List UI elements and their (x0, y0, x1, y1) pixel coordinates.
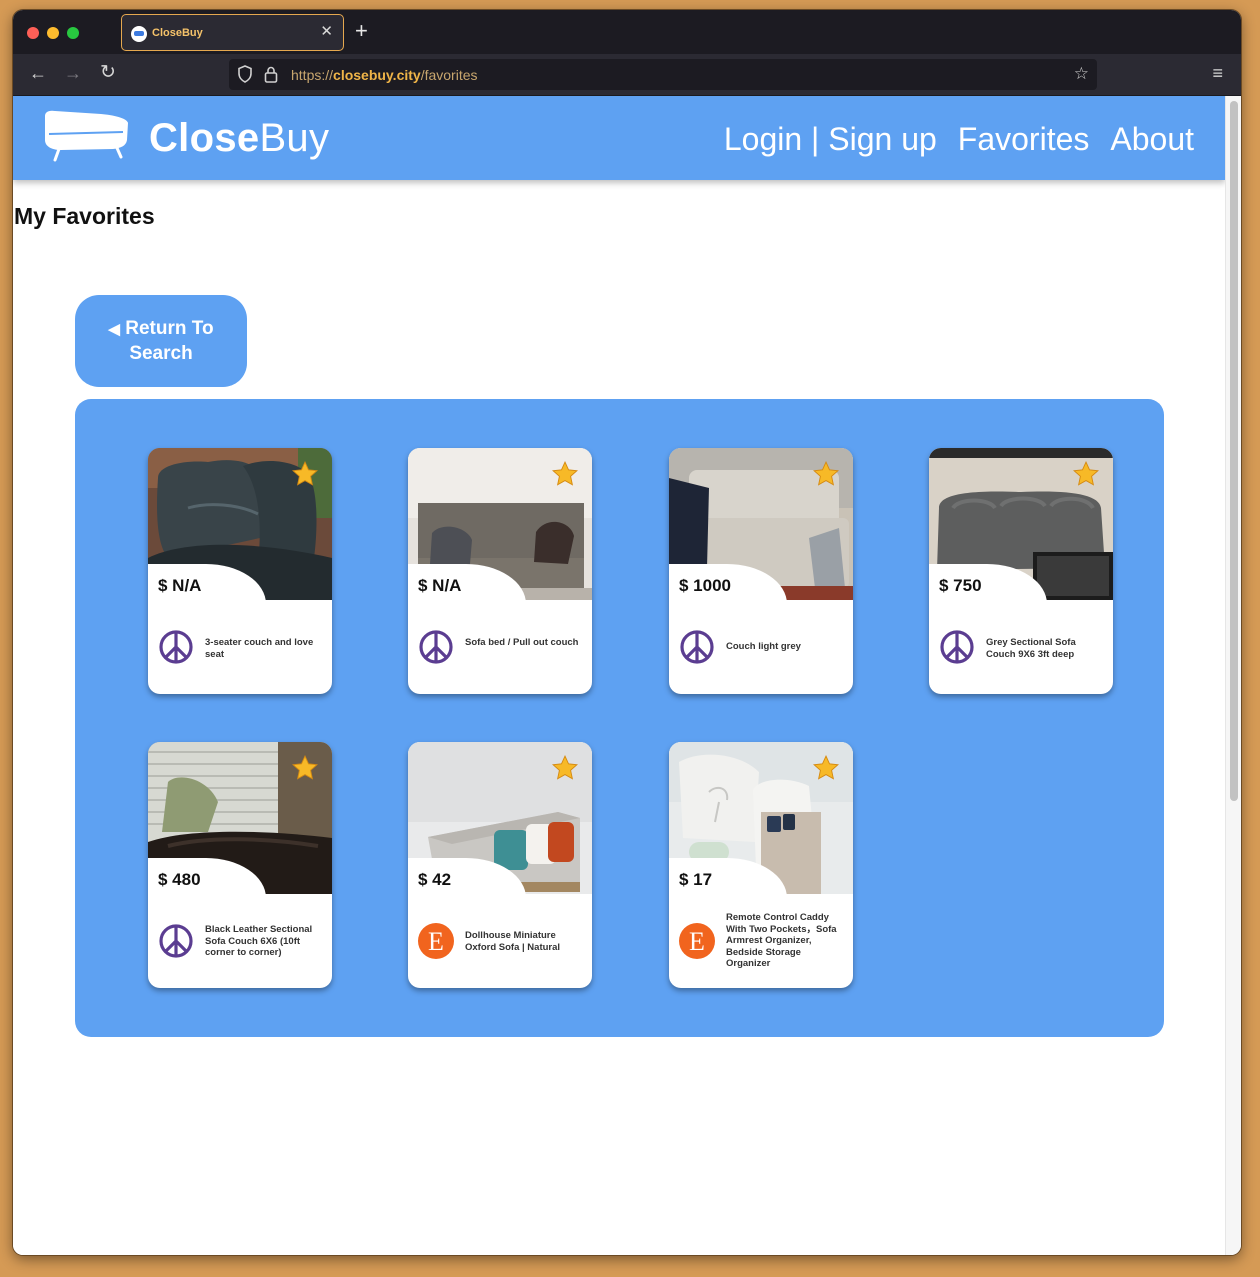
favorite-star-icon[interactable] (291, 460, 319, 493)
listing-title[interactable]: Remote Control Caddy With Two Pockets，So… (726, 912, 846, 970)
tab-bar: CloseBuy ✕ + (13, 10, 1241, 54)
listing-price: $ 42 (418, 870, 452, 889)
listing-title[interactable]: Sofa bed / Pull out couch (465, 637, 585, 649)
navigation-bar: ← → ↻ https://closebuy.city/favorites ☆ … (13, 54, 1241, 96)
bookmark-star-icon[interactable]: ☆ (1074, 64, 1089, 84)
favorite-star-icon[interactable] (812, 460, 840, 493)
favorite-star-icon[interactable] (291, 754, 319, 787)
svg-text:E: E (428, 927, 444, 956)
new-tab-button[interactable]: + (355, 20, 368, 42)
reload-icon[interactable]: ↻ (100, 63, 116, 83)
peace-icon (158, 923, 194, 959)
about-link[interactable]: About (1110, 121, 1194, 158)
peace-icon (939, 629, 975, 665)
listing-price: $ 17 (679, 870, 713, 889)
return-to-search-button[interactable]: ◀ Return To Search (75, 295, 247, 387)
return-button-label-line2: Search (129, 343, 193, 364)
favorite-star-icon[interactable] (812, 754, 840, 787)
tab-title: CloseBuy (152, 27, 203, 39)
peace-icon (158, 629, 194, 665)
url-text[interactable]: https://closebuy.city/favorites (291, 67, 478, 83)
back-triangle-icon: ◀ (108, 321, 120, 338)
hamburger-menu-icon[interactable]: ≡ (1212, 64, 1223, 82)
listing-price: $ 1000 (679, 576, 731, 595)
site-header: CloseBuy Login | Sign up Favorites About (13, 96, 1225, 180)
listing-price: $ 480 (158, 870, 201, 889)
peace-icon (418, 629, 454, 665)
svg-text:E: E (689, 927, 705, 956)
sofa-logo-icon[interactable] (41, 110, 131, 167)
listing-title[interactable]: Couch light grey (726, 641, 846, 653)
favorite-card[interactable]: $ N/A Sofa bed / Pull out couch (408, 448, 592, 694)
lock-icon[interactable] (264, 65, 278, 88)
favorite-star-icon[interactable] (1072, 460, 1100, 493)
favorite-card[interactable]: $ 17 E Remote Control Caddy With Two Poc… (669, 742, 853, 988)
listing-price: $ N/A (158, 576, 202, 595)
page-title: My Favorites (14, 203, 155, 229)
peace-icon (679, 629, 715, 665)
url-bar[interactable]: https://closebuy.city/favorites ☆ (229, 59, 1097, 90)
etsy-icon: E (679, 923, 715, 959)
listing-price: $ N/A (418, 576, 462, 595)
favorites-panel: $ N/A 3-seater couch and love seat $ N/A… (75, 399, 1164, 1037)
maximize-window-button[interactable] (67, 27, 79, 39)
favicon-icon (131, 26, 147, 42)
favorite-star-icon[interactable] (551, 460, 579, 493)
tab-close-icon[interactable]: ✕ (320, 23, 333, 41)
favorite-card[interactable]: $ N/A 3-seater couch and love seat (148, 448, 332, 694)
back-arrow-icon[interactable]: ← (29, 63, 47, 83)
etsy-icon: E (418, 923, 454, 959)
page-scrollbar[interactable] (1225, 96, 1241, 1255)
listing-title[interactable]: Black Leather Sectional Sofa Couch 6X6 (… (205, 924, 325, 959)
minimize-window-button[interactable] (47, 27, 59, 39)
listing-title[interactable]: Grey Sectional Sofa Couch 9X6 3ft deep (986, 637, 1106, 660)
favorite-card[interactable]: $ 480 Black Leather Sectional Sofa Couch… (148, 742, 332, 988)
scrollbar-thumb[interactable] (1230, 101, 1238, 801)
favorite-card[interactable]: $ 750 Grey Sectional Sofa Couch 9X6 3ft … (929, 448, 1113, 694)
listing-title[interactable]: Dollhouse Miniature Oxford Sofa | Natura… (465, 930, 585, 953)
listing-title[interactable]: 3-seater couch and love seat (205, 637, 325, 660)
brand-name[interactable]: CloseBuy (149, 116, 329, 161)
return-button-label-line1: Return To (125, 318, 214, 339)
favorite-card[interactable]: $ 1000 Couch light grey (669, 448, 853, 694)
favorite-card[interactable]: $ 42 E Dollhouse Miniature Oxford Sofa |… (408, 742, 592, 988)
page-content: CloseBuy Login | Sign up Favorites About… (13, 96, 1225, 1255)
listing-price: $ 750 (939, 576, 982, 595)
favorite-star-icon[interactable] (551, 754, 579, 787)
browser-window: CloseBuy ✕ + ← → ↻ https://closebuy.city… (13, 10, 1241, 1255)
close-window-button[interactable] (27, 27, 39, 39)
login-signup-link[interactable]: Login | Sign up (724, 121, 937, 158)
favorites-link[interactable]: Favorites (958, 121, 1090, 158)
browser-tab[interactable]: CloseBuy ✕ (121, 14, 344, 51)
shield-icon[interactable] (238, 65, 252, 88)
site-nav: Login | Sign up Favorites About (724, 121, 1194, 158)
forward-arrow-icon[interactable]: → (64, 63, 82, 83)
